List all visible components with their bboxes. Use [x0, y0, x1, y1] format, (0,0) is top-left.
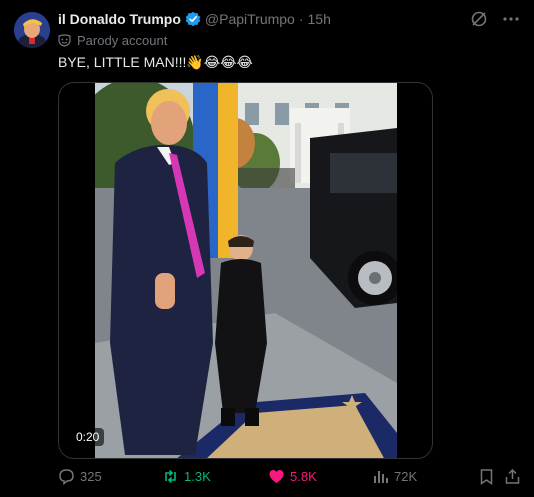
bookmark-icon — [478, 468, 495, 485]
reply-button[interactable]: 325 — [58, 468, 102, 485]
repost-button[interactable]: 1.3K — [162, 468, 211, 485]
verified-badge-icon — [185, 11, 201, 27]
top-actions — [470, 10, 520, 28]
bookmark-button[interactable] — [478, 468, 495, 485]
action-bar: 325 1.3K 5.8K 72K — [58, 468, 520, 490]
post-text: BYE, LITTLE MAN!!!👋😂😂😂 — [58, 54, 253, 70]
video-thumbnail[interactable] — [95, 83, 397, 458]
views-count: 72K — [394, 469, 418, 484]
post-header: il Donaldo Trumpo @PapiTrumpo · 15h — [58, 11, 331, 27]
post-timestamp[interactable]: 15h — [308, 11, 331, 27]
avatar[interactable] — [14, 12, 50, 48]
parody-account-text: Parody account — [77, 33, 168, 48]
share-icon — [504, 468, 521, 485]
author-handle[interactable]: @PapiTrumpo — [205, 11, 295, 27]
parody-mask-icon — [58, 34, 71, 47]
more-icon[interactable] — [502, 10, 520, 28]
parody-label: Parody account — [58, 33, 167, 48]
like-icon — [268, 468, 285, 485]
like-button[interactable]: 5.8K — [268, 468, 317, 485]
separator-dot: · — [298, 11, 304, 27]
views-icon — [372, 468, 389, 485]
repost-icon — [162, 468, 179, 485]
repost-count: 1.3K — [184, 469, 211, 484]
views-button[interactable]: 72K — [372, 468, 417, 485]
post: il Donaldo Trumpo @PapiTrumpo · 15h Paro… — [0, 0, 534, 497]
grok-icon[interactable] — [470, 10, 488, 28]
author-display-name[interactable]: il Donaldo Trumpo — [58, 11, 181, 27]
reply-icon — [58, 468, 75, 485]
share-button[interactable] — [504, 468, 521, 485]
video-media[interactable]: 0:20 — [58, 82, 433, 459]
reply-count: 325 — [80, 469, 102, 484]
like-count: 5.8K — [290, 469, 317, 484]
video-duration-badge: 0:20 — [71, 428, 105, 446]
